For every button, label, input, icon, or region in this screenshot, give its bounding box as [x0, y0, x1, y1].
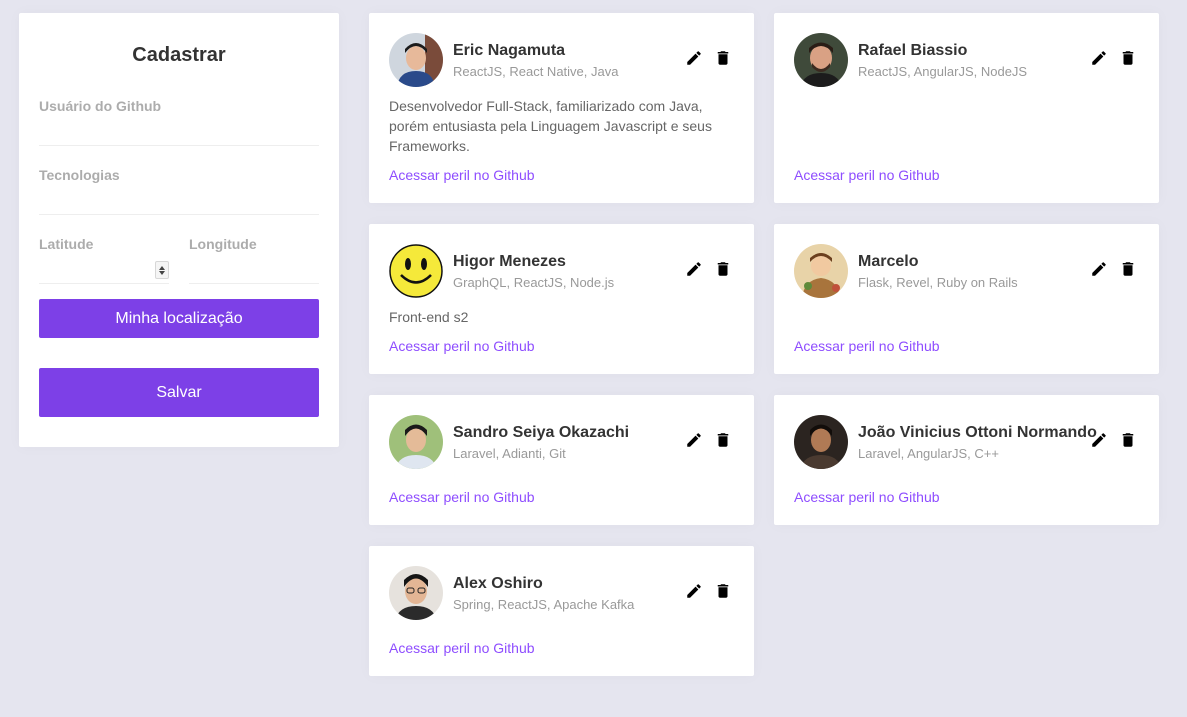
longitude-input[interactable]: [189, 258, 319, 280]
dev-name: Sandro Seiya Okazachi: [453, 424, 630, 441]
dev-name: Rafael Biassio: [858, 42, 968, 59]
github-profile-link[interactable]: Acessar peril no Github: [794, 489, 940, 505]
trash-icon: [1122, 433, 1134, 447]
avatar: [389, 33, 443, 87]
techs-label: Tecnologias: [39, 167, 120, 183]
dev-techs: Spring, ReactJS, Apache Kafka: [453, 597, 635, 612]
spin-up-icon: [159, 265, 165, 270]
trash-icon: [717, 584, 729, 598]
dev-bio: Front-end s2: [389, 309, 469, 325]
trash-icon: [1122, 51, 1134, 65]
dev-techs: Laravel, AngularJS, C++: [858, 446, 999, 461]
github-user-input[interactable]: [39, 120, 319, 142]
avatar: [794, 244, 848, 298]
save-button[interactable]: Salvar: [39, 368, 319, 417]
github-profile-link[interactable]: Acessar peril no Github: [389, 338, 535, 354]
pencil-icon: [1092, 433, 1106, 447]
avatar: [794, 415, 848, 469]
delete-button[interactable]: [714, 49, 732, 67]
pencil-icon: [1092, 262, 1106, 276]
pencil-icon: [687, 584, 701, 598]
edit-button[interactable]: [1090, 260, 1108, 278]
dev-techs: Flask, Revel, Ruby on Rails: [858, 275, 1018, 290]
dev-techs: ReactJS, AngularJS, NodeJS: [858, 64, 1028, 79]
dev-name: Higor Menezes: [453, 253, 566, 270]
register-form-panel: Cadastrar Usuário do Github Tecnologias …: [19, 13, 339, 447]
dev-card: Eric Nagamuta ReactJS, React Native, Jav…: [369, 13, 754, 203]
trash-icon: [1122, 262, 1134, 276]
my-location-button[interactable]: Minha localização: [39, 299, 319, 338]
techs-field: Tecnologias: [39, 167, 319, 215]
edit-button[interactable]: [685, 431, 703, 449]
latitude-input[interactable]: [39, 258, 151, 280]
dev-techs: GraphQL, ReactJS, Node.js: [453, 275, 615, 290]
avatar-photo: [794, 415, 848, 469]
edit-button[interactable]: [1090, 49, 1108, 67]
dev-card: Marcelo Flask, Revel, Ruby on Rails Aces…: [774, 224, 1159, 374]
field-underline: [189, 283, 319, 284]
dev-techs: Laravel, Adianti, Git: [453, 446, 566, 461]
pencil-icon: [687, 51, 701, 65]
avatar-photo: [389, 33, 443, 87]
avatar-photo: [794, 33, 848, 87]
longitude-field: Longitude: [189, 236, 319, 284]
field-underline: [39, 283, 169, 284]
dev-name: Marcelo: [858, 253, 919, 270]
spin-down-icon: [159, 270, 165, 275]
dev-card: Rafael Biassio ReactJS, AngularJS, NodeJ…: [774, 13, 1159, 203]
edit-button[interactable]: [1090, 431, 1108, 449]
latitude-spinner[interactable]: [155, 261, 169, 279]
delete-button[interactable]: [714, 431, 732, 449]
github-profile-link[interactable]: Acessar peril no Github: [794, 167, 940, 183]
avatar: [389, 415, 443, 469]
dev-card: João Vinicius Ottoni Normando Laravel, A…: [774, 395, 1159, 525]
dev-card: Higor Menezes GraphQL, ReactJS, Node.js …: [369, 224, 754, 374]
edit-button[interactable]: [685, 260, 703, 278]
latitude-label: Latitude: [39, 236, 94, 252]
dev-bio: Desenvolvedor Full-Stack, familiarizado …: [389, 98, 712, 154]
github-profile-link[interactable]: Acessar peril no Github: [389, 167, 535, 183]
field-underline: [39, 145, 319, 146]
github-profile-link[interactable]: Acessar peril no Github: [794, 338, 940, 354]
edit-button[interactable]: [685, 582, 703, 600]
techs-input[interactable]: [39, 189, 319, 211]
trash-icon: [717, 262, 729, 276]
avatar-photo: [389, 415, 443, 469]
github-user-field: Usuário do Github: [39, 98, 319, 146]
github-profile-link[interactable]: Acessar peril no Github: [389, 489, 535, 505]
pencil-icon: [1092, 51, 1106, 65]
github-user-label: Usuário do Github: [39, 98, 162, 114]
avatar: [389, 244, 443, 298]
smiley-avatar: [389, 244, 443, 298]
edit-button[interactable]: [685, 49, 703, 67]
delete-button[interactable]: [714, 582, 732, 600]
dev-name: João Vinicius Ottoni Normando: [858, 424, 1097, 441]
dev-card: Sandro Seiya Okazachi Laravel, Adianti, …: [369, 395, 754, 525]
pencil-icon: [687, 262, 701, 276]
dev-name: Eric Nagamuta: [453, 42, 566, 59]
github-profile-link[interactable]: Acessar peril no Github: [389, 640, 535, 656]
dev-card: Alex Oshiro Spring, ReactJS, Apache Kafk…: [369, 546, 754, 676]
pencil-icon: [687, 433, 701, 447]
dev-techs: ReactJS, React Native, Java: [453, 64, 619, 79]
latitude-field: Latitude: [39, 236, 169, 284]
delete-button[interactable]: [1119, 49, 1137, 67]
form-title: Cadastrar: [132, 44, 226, 66]
longitude-label: Longitude: [189, 236, 257, 252]
avatar-photo: [389, 566, 443, 620]
avatar-illustration: [794, 244, 848, 298]
avatar: [389, 566, 443, 620]
delete-button[interactable]: [714, 260, 732, 278]
dev-name: Alex Oshiro: [453, 575, 543, 592]
delete-button[interactable]: [1119, 260, 1137, 278]
delete-button[interactable]: [1119, 431, 1137, 449]
field-underline: [39, 214, 319, 215]
trash-icon: [717, 51, 729, 65]
trash-icon: [717, 433, 729, 447]
avatar: [794, 33, 848, 87]
